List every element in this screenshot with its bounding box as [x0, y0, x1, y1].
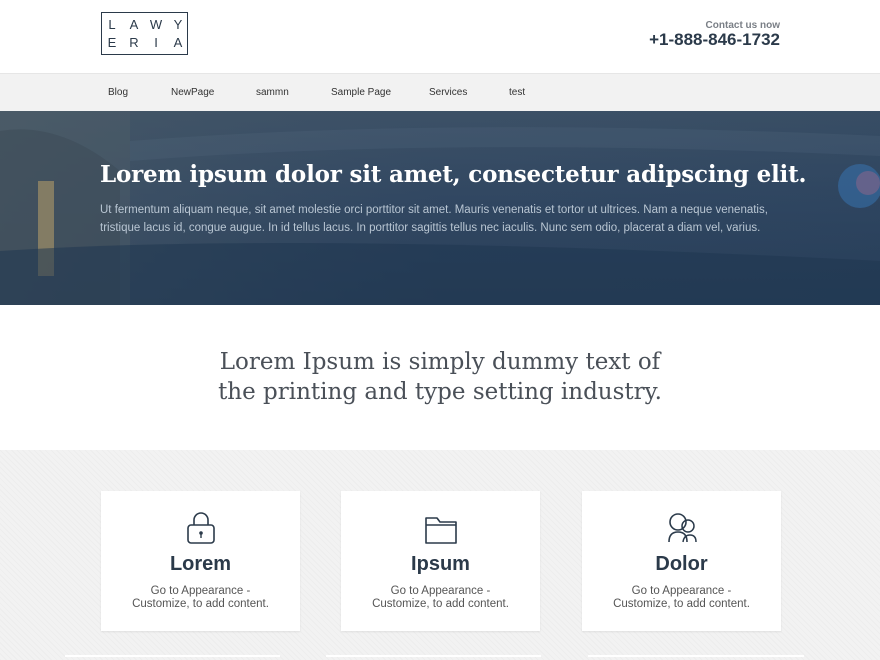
main-nav: Blog NewPage sammn Sample Page Services …: [0, 73, 880, 111]
tagline-line-1: Lorem Ipsum is simply dummy text of: [219, 349, 661, 375]
logo-letter: Y: [173, 17, 183, 32]
logo-letter: A: [173, 35, 183, 50]
hero-banner: Lorem ipsum dolor sit amet, consectetur …: [0, 111, 880, 305]
phone-number[interactable]: +1-888-846-1732: [649, 31, 780, 49]
nav-item-newpage[interactable]: NewPage: [171, 74, 214, 112]
feature-title: Dolor: [655, 553, 708, 575]
logo-letter: R: [129, 35, 139, 50]
features-section: Lorem Go to Appearance - Customize, to a…: [0, 450, 880, 660]
feature-card-dolor[interactable]: Dolor Go to Appearance - Customize, to a…: [582, 491, 781, 631]
feature-text-line: Go to Appearance -: [150, 585, 251, 597]
feature-title: Ipsum: [411, 553, 470, 575]
nav-item-services[interactable]: Services: [429, 74, 467, 112]
logo-letter: A: [129, 17, 139, 32]
tagline-line-2: the printing and type setting industry.: [218, 379, 662, 405]
logo-letter: W: [149, 17, 163, 32]
feature-text: Go to Appearance - Customize, to add con…: [101, 585, 300, 611]
nav-item-blog[interactable]: Blog: [108, 74, 128, 112]
site-logo[interactable]: L A W Y E R I A: [101, 12, 188, 55]
logo-letter: L: [108, 17, 116, 32]
contact-block: Contact us now +1-888-846-1732: [649, 20, 780, 49]
folder-icon: [425, 517, 457, 544]
hero-description: Ut fermentum aliquam neque, sit amet mol…: [100, 204, 768, 234]
feature-text-line: Customize, to add content.: [613, 598, 750, 610]
divider: [588, 655, 804, 657]
nav-item-sammn[interactable]: sammn: [256, 74, 289, 112]
logo-letter: E: [107, 35, 117, 50]
hero-title: Lorem ipsum dolor sit amet, consectetur …: [100, 161, 807, 188]
tagline-section: Lorem Ipsum is simply dummy text of the …: [0, 305, 880, 450]
feature-card-lorem[interactable]: Lorem Go to Appearance - Customize, to a…: [101, 491, 300, 631]
users-icon: [668, 513, 697, 543]
nav-item-test[interactable]: test: [509, 74, 525, 112]
divider: [326, 655, 541, 657]
feature-text-line: Customize, to add content.: [132, 598, 269, 610]
feature-text-line: Go to Appearance -: [631, 585, 732, 597]
nav-item-sample-page[interactable]: Sample Page: [331, 74, 391, 112]
feature-card-ipsum[interactable]: Ipsum Go to Appearance - Customize, to a…: [341, 491, 540, 631]
feature-text: Go to Appearance - Customize, to add con…: [582, 585, 781, 611]
feature-text: Go to Appearance - Customize, to add con…: [341, 585, 540, 611]
divider: [65, 655, 280, 657]
feature-text-line: Customize, to add content.: [372, 598, 509, 610]
site-header: L A W Y E R I A Contact us now +1-888-84…: [0, 0, 880, 73]
feature-text-line: Go to Appearance -: [390, 585, 491, 597]
tagline-heading: Lorem Ipsum is simply dummy text of the …: [140, 347, 740, 407]
lock-icon: [187, 512, 215, 544]
feature-title: Lorem: [169, 553, 232, 575]
logo-letter: I: [154, 35, 158, 50]
